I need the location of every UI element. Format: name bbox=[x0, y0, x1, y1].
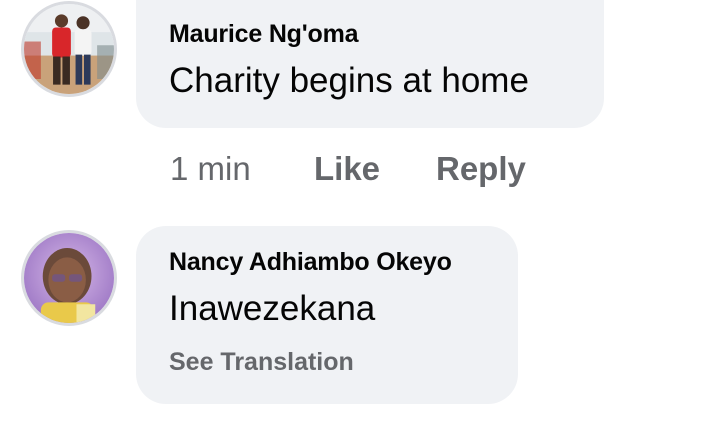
see-translation-link[interactable]: See Translation bbox=[169, 348, 354, 377]
avatar[interactable] bbox=[21, 1, 117, 97]
avatar-photo-2 bbox=[24, 233, 114, 323]
avatar-photo-1 bbox=[24, 4, 114, 94]
comment-text: Charity begins at home bbox=[169, 61, 529, 100]
comment-bubble: Nancy Adhiambo Okeyo Inawezekana See Tra… bbox=[136, 226, 518, 404]
comment-author-name[interactable]: Nancy Adhiambo Okeyo bbox=[169, 248, 452, 277]
comment-author-name[interactable]: Maurice Ng'oma bbox=[169, 20, 359, 49]
comment-bubble: Maurice Ng'oma Charity begins at home bbox=[136, 0, 604, 128]
avatar[interactable] bbox=[21, 230, 117, 326]
comment-timestamp[interactable]: 1 min bbox=[170, 150, 251, 188]
comment-text: Inawezekana bbox=[169, 289, 376, 328]
like-button[interactable]: Like bbox=[314, 150, 380, 188]
reply-button[interactable]: Reply bbox=[436, 150, 526, 188]
